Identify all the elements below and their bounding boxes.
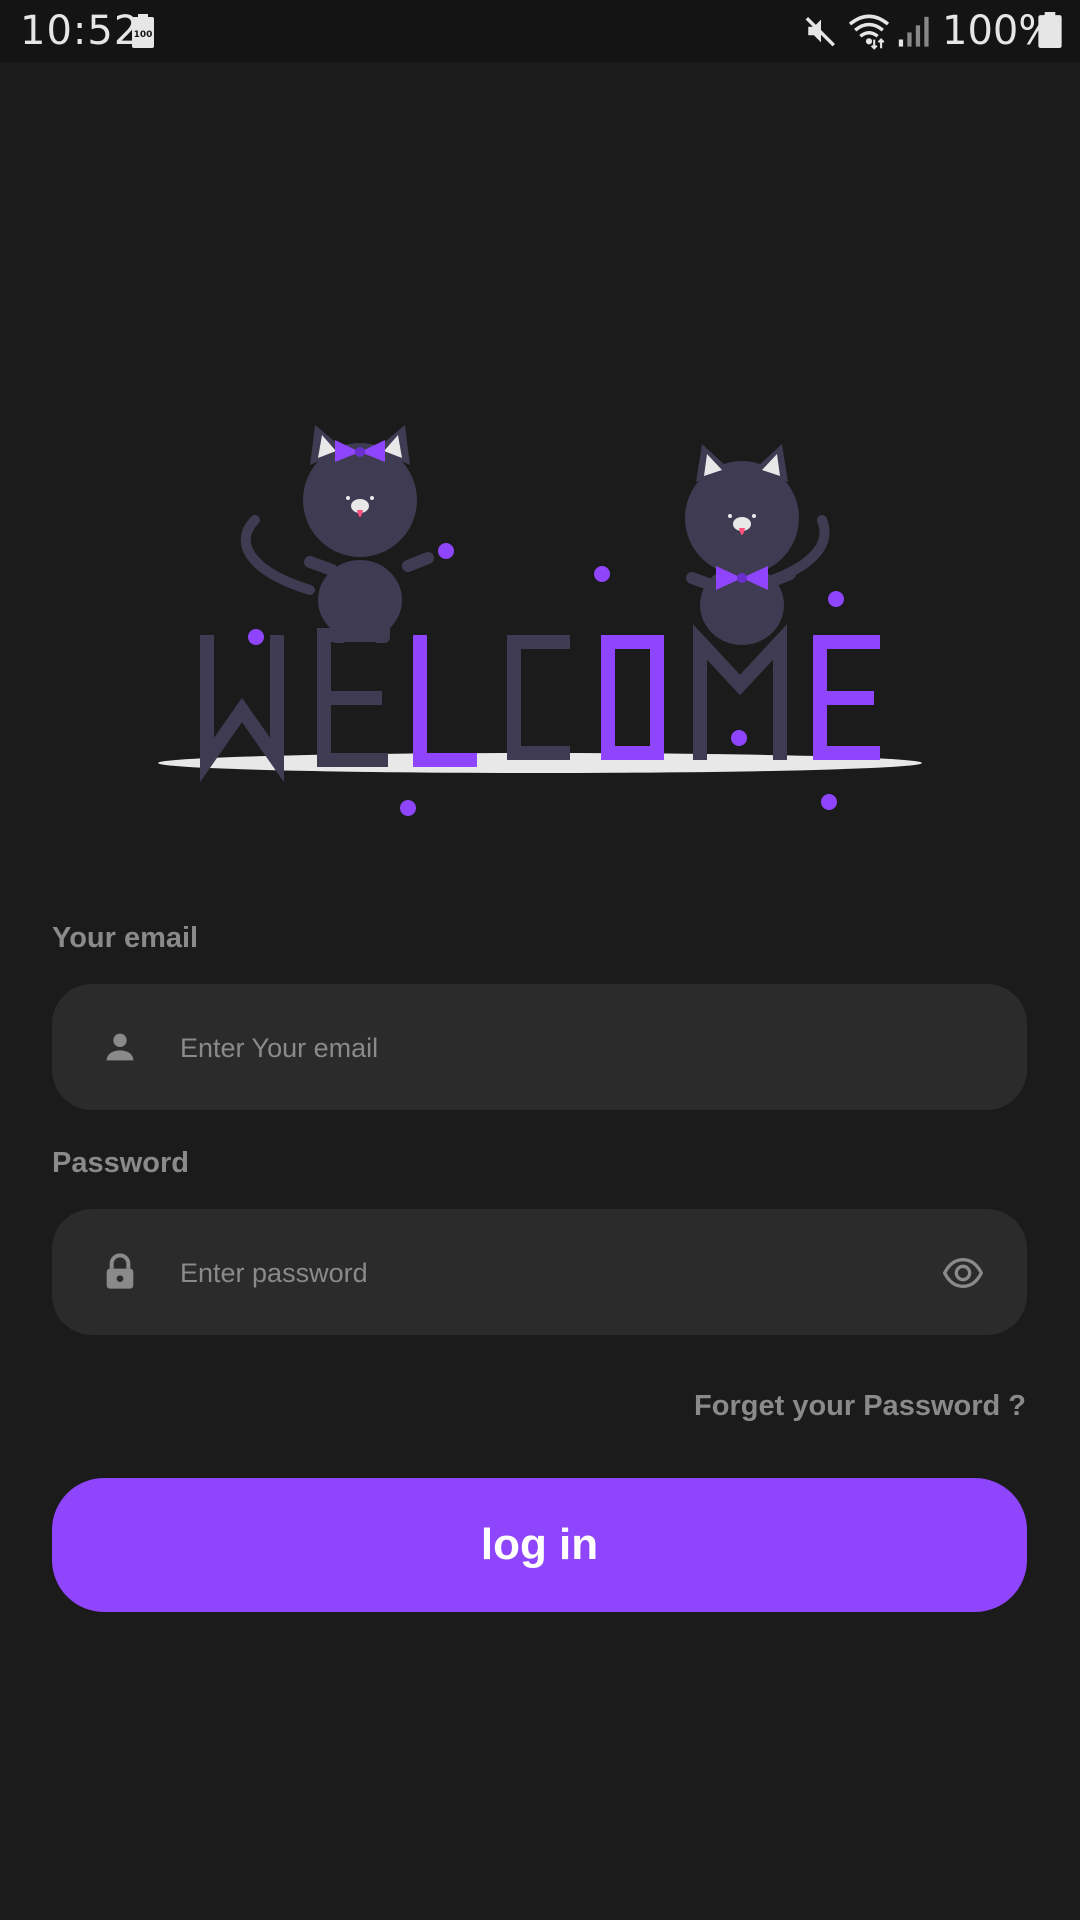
email-label: Your email xyxy=(52,922,199,954)
mute-icon xyxy=(805,17,835,47)
letter-c xyxy=(507,635,570,760)
right-cat xyxy=(685,444,830,645)
left-cat xyxy=(240,425,434,643)
letter-e-1 xyxy=(317,628,388,767)
status-time: 10:52 xyxy=(20,8,141,54)
letter-o xyxy=(601,635,664,760)
password-field[interactable] xyxy=(52,1209,1027,1337)
email-field[interactable] xyxy=(52,984,1027,1112)
email-input[interactable] xyxy=(178,984,942,1112)
battery-percent: 100% xyxy=(942,8,1057,54)
welcome-letters xyxy=(200,624,880,783)
welcome-cats-illustration xyxy=(158,425,922,816)
letter-w xyxy=(200,635,284,783)
battery-icon xyxy=(1038,12,1062,48)
eye-icon[interactable] xyxy=(943,1253,983,1293)
password-input[interactable] xyxy=(178,1209,942,1337)
battery-saver-icon: 100 xyxy=(132,14,154,48)
forgot-password-link[interactable]: Forget your Password ? xyxy=(694,1390,1026,1423)
signal-icon xyxy=(898,16,929,47)
lock-icon xyxy=(106,1253,134,1289)
status-bar: 10:52 100 100% xyxy=(0,0,1080,62)
wifi-icon xyxy=(848,14,890,50)
battery-small-label: 100 xyxy=(134,30,153,40)
letter-l xyxy=(413,635,477,767)
person-icon xyxy=(106,1033,134,1061)
password-label: Password xyxy=(52,1147,189,1179)
login-button[interactable]: log in xyxy=(52,1478,1027,1612)
letter-e-2 xyxy=(813,635,880,760)
